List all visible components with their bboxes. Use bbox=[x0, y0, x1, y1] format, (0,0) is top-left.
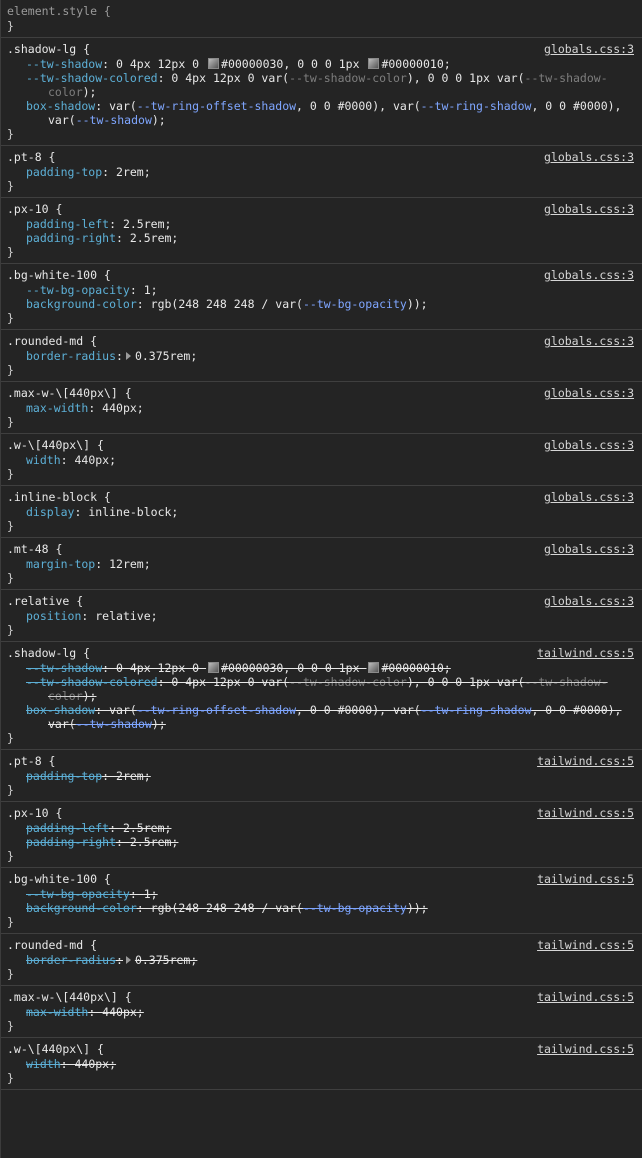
source-link[interactable]: tailwind.css:5 bbox=[537, 872, 634, 886]
color-swatch-icon[interactable] bbox=[208, 662, 220, 673]
rule-selector: .max-w-\[440px\] { bbox=[7, 386, 132, 400]
rule-close: } bbox=[7, 849, 14, 863]
color-swatch-icon[interactable] bbox=[368, 662, 380, 673]
rule-close: } bbox=[7, 467, 14, 481]
rule-selector: .pt-8 { bbox=[7, 150, 56, 164]
rule-selector: .relative { bbox=[7, 594, 84, 608]
declaration[interactable]: position: relative; bbox=[7, 609, 634, 623]
rule-close: } bbox=[7, 915, 14, 929]
declaration[interactable]: padding-top: 2rem; bbox=[7, 769, 634, 783]
declaration[interactable]: --tw-bg-opacity: 1; bbox=[7, 887, 634, 901]
rule-close: } bbox=[7, 245, 14, 259]
source-link[interactable]: globals.css:3 bbox=[544, 150, 634, 164]
source-link[interactable]: globals.css:3 bbox=[544, 542, 634, 556]
source-link[interactable]: globals.css:3 bbox=[544, 202, 634, 216]
rule-close: } bbox=[7, 19, 14, 33]
rule-selector: .inline-block { bbox=[7, 490, 111, 504]
rule-selector: .mt-48 { bbox=[7, 542, 63, 556]
declaration[interactable]: margin-top: 12rem; bbox=[7, 557, 634, 571]
rule-element-style[interactable]: element.style { } bbox=[1, 0, 642, 38]
declaration[interactable]: --tw-shadow: 0 4px 12px 0 #00000030, 0 0… bbox=[7, 57, 634, 71]
rule-bg-white-tailwind[interactable]: tailwind.css:5 .bg-white-100 { --tw-bg-o… bbox=[1, 868, 642, 934]
declaration[interactable]: --tw-bg-opacity: 1; bbox=[7, 283, 634, 297]
expand-triangle-icon[interactable] bbox=[125, 352, 131, 360]
source-link[interactable]: tailwind.css:5 bbox=[537, 806, 634, 820]
rule-rounded-md-globals[interactable]: globals.css:3 .rounded-md { border-radiu… bbox=[1, 330, 642, 382]
rule-shadow-lg-globals[interactable]: globals.css:3 .shadow-lg { --tw-shadow: … bbox=[1, 38, 642, 146]
rule-max-w-tailwind[interactable]: tailwind.css:5 .max-w-\[440px\] { max-wi… bbox=[1, 986, 642, 1038]
declaration[interactable]: box-shadow: var(--tw-ring-offset-shadow,… bbox=[7, 99, 634, 127]
source-link[interactable]: tailwind.css:5 bbox=[537, 990, 634, 1004]
declaration[interactable]: --tw-shadow: 0 4px 12px 0 #00000030, 0 0… bbox=[7, 661, 634, 675]
rule-close: } bbox=[7, 571, 14, 585]
rule-max-w-globals[interactable]: globals.css:3 .max-w-\[440px\] { max-wid… bbox=[1, 382, 642, 434]
declaration[interactable]: padding-left: 2.5rem; bbox=[7, 217, 634, 231]
rule-inline-block-globals[interactable]: globals.css:3 .inline-block { display: i… bbox=[1, 486, 642, 538]
declaration[interactable]: display: inline-block; bbox=[7, 505, 634, 519]
declaration[interactable]: width: 440px; bbox=[7, 1057, 634, 1071]
declaration[interactable]: max-width: 440px; bbox=[7, 401, 634, 415]
source-link[interactable]: globals.css:3 bbox=[544, 594, 634, 608]
rule-rounded-md-tailwind[interactable]: tailwind.css:5 .rounded-md { border-radi… bbox=[1, 934, 642, 986]
source-link[interactable]: tailwind.css:5 bbox=[537, 938, 634, 952]
declaration[interactable]: padding-left: 2.5rem; bbox=[7, 821, 634, 835]
rule-close: } bbox=[7, 363, 14, 377]
rule-close: } bbox=[7, 415, 14, 429]
rule-w-globals[interactable]: globals.css:3 .w-\[440px\] { width: 440p… bbox=[1, 434, 642, 486]
source-link[interactable]: globals.css:3 bbox=[544, 334, 634, 348]
rule-relative-globals[interactable]: globals.css:3 .relative { position: rela… bbox=[1, 590, 642, 642]
rule-close: } bbox=[7, 731, 14, 745]
rule-selector: .rounded-md { bbox=[7, 334, 98, 348]
declaration[interactable]: border-radius: 0.375rem; bbox=[7, 349, 634, 363]
declaration[interactable]: padding-top: 2rem; bbox=[7, 165, 634, 179]
rule-selector: element.style { bbox=[7, 4, 111, 18]
rule-bg-white-globals[interactable]: globals.css:3 .bg-white-100 { --tw-bg-op… bbox=[1, 264, 642, 330]
rule-close: } bbox=[7, 179, 14, 193]
source-link[interactable]: globals.css:3 bbox=[544, 386, 634, 400]
rule-selector: .shadow-lg { bbox=[7, 42, 91, 56]
source-link[interactable]: tailwind.css:5 bbox=[537, 754, 634, 768]
declaration[interactable]: width: 440px; bbox=[7, 453, 634, 467]
source-link[interactable]: tailwind.css:5 bbox=[537, 646, 634, 660]
declaration[interactable]: padding-right: 2.5rem; bbox=[7, 835, 634, 849]
rule-close: } bbox=[7, 311, 14, 325]
rule-close: } bbox=[7, 127, 14, 141]
declaration[interactable]: --tw-shadow-colored: 0 4px 12px 0 var(--… bbox=[7, 71, 634, 99]
source-link[interactable]: tailwind.css:5 bbox=[537, 1042, 634, 1056]
source-link[interactable]: globals.css:3 bbox=[544, 490, 634, 504]
rule-close: } bbox=[7, 1071, 14, 1085]
rule-selector: .px-10 { bbox=[7, 202, 63, 216]
declaration[interactable]: padding-right: 2.5rem; bbox=[7, 231, 634, 245]
rule-close: } bbox=[7, 1019, 14, 1033]
rule-px-10-tailwind[interactable]: tailwind.css:5 .px-10 { padding-left: 2.… bbox=[1, 802, 642, 868]
styles-pane: element.style { } globals.css:3 .shadow-… bbox=[0, 0, 642, 1158]
rule-pt-8-tailwind[interactable]: tailwind.css:5 .pt-8 { padding-top: 2rem… bbox=[1, 750, 642, 802]
rule-selector: .bg-white-100 { bbox=[7, 268, 111, 282]
source-link[interactable]: globals.css:3 bbox=[544, 268, 634, 282]
source-link[interactable]: globals.css:3 bbox=[544, 42, 634, 56]
declaration[interactable]: max-width: 440px; bbox=[7, 1005, 634, 1019]
rule-shadow-lg-tailwind[interactable]: tailwind.css:5 .shadow-lg { --tw-shadow:… bbox=[1, 642, 642, 750]
rule-selector: .w-\[440px\] { bbox=[7, 438, 104, 452]
rule-close: } bbox=[7, 623, 14, 637]
color-swatch-icon[interactable] bbox=[368, 58, 380, 69]
rule-px-10-globals[interactable]: globals.css:3 .px-10 { padding-left: 2.5… bbox=[1, 198, 642, 264]
declaration[interactable]: --tw-shadow-colored: 0 4px 12px 0 var(--… bbox=[7, 675, 634, 703]
color-swatch-icon[interactable] bbox=[208, 58, 220, 69]
rule-close: } bbox=[7, 967, 14, 981]
declaration[interactable]: border-radius: 0.375rem; bbox=[7, 953, 634, 967]
rule-mt-48-globals[interactable]: globals.css:3 .mt-48 { margin-top: 12rem… bbox=[1, 538, 642, 590]
rule-close: } bbox=[7, 519, 14, 533]
declaration[interactable]: box-shadow: var(--tw-ring-offset-shadow,… bbox=[7, 703, 634, 731]
expand-triangle-icon[interactable] bbox=[125, 956, 131, 964]
rule-close: } bbox=[7, 783, 14, 797]
source-link[interactable]: globals.css:3 bbox=[544, 438, 634, 452]
rule-w-tailwind[interactable]: tailwind.css:5 .w-\[440px\] { width: 440… bbox=[1, 1038, 642, 1090]
declaration[interactable]: background-color: rgb(248 248 248 / var(… bbox=[7, 297, 634, 311]
declaration[interactable]: background-color: rgb(248 248 248 / var(… bbox=[7, 901, 634, 915]
rule-pt-8-globals[interactable]: globals.css:3 .pt-8 { padding-top: 2rem;… bbox=[1, 146, 642, 198]
